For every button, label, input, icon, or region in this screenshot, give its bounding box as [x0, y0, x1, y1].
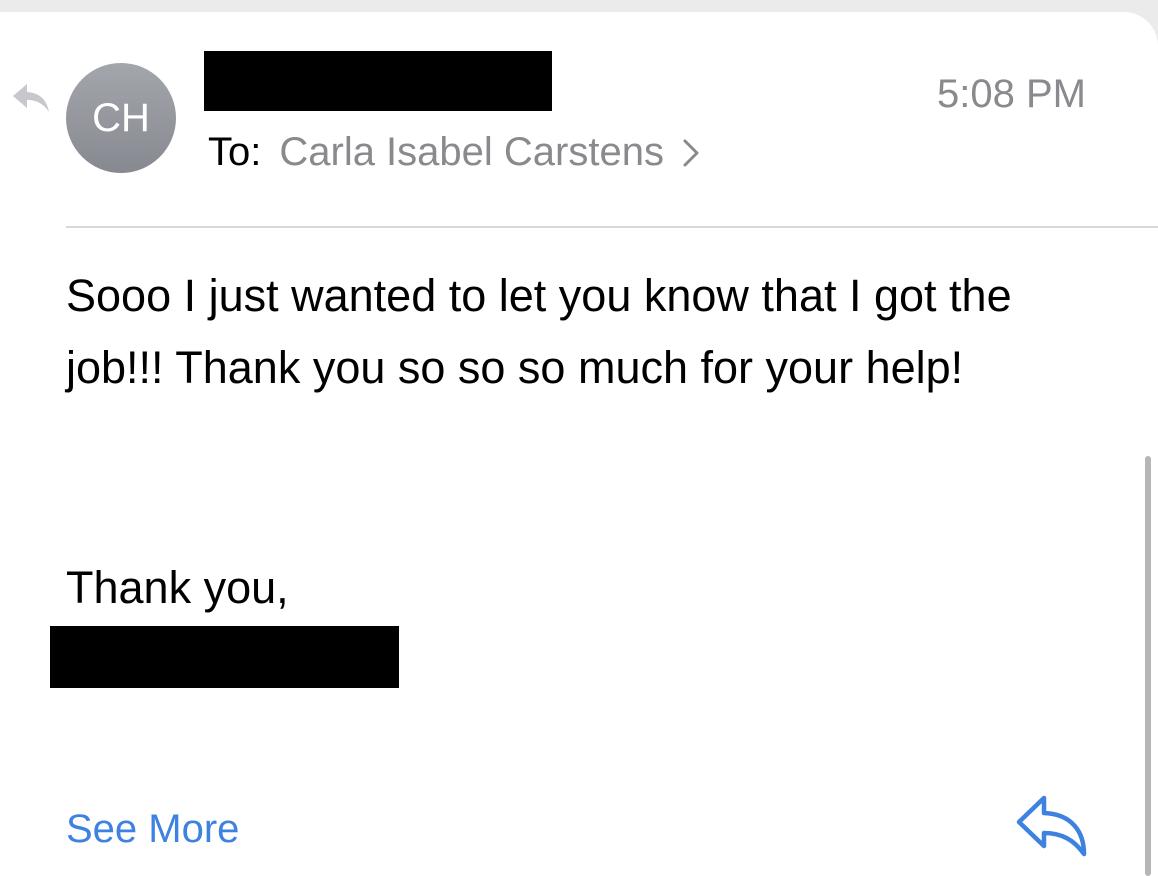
header-divider: [66, 226, 1158, 228]
message-signoff: Thank you,: [66, 562, 289, 613]
scrollbar[interactable]: [1145, 456, 1151, 876]
reply-arrow-icon: [13, 84, 49, 112]
avatar-initials: CH: [92, 95, 150, 140]
recipient-name[interactable]: Carla Isabel Carstens: [279, 130, 664, 175]
recipient-line[interactable]: To: Carla Isabel Carstens: [208, 130, 700, 175]
message-time: 5:08 PM: [937, 72, 1086, 116]
sender-name-redacted: [204, 51, 552, 111]
sender-avatar[interactable]: CH: [66, 63, 176, 173]
reply-icon[interactable]: [1014, 792, 1090, 858]
message-body-text: Sooo I just wanted to let you know that …: [66, 270, 1012, 393]
chevron-right-icon[interactable]: [682, 138, 700, 168]
to-label: To:: [208, 130, 262, 174]
see-more-link[interactable]: See More: [66, 807, 239, 852]
message-body: Sooo I just wanted to let you know that …: [66, 260, 1106, 404]
email-message-card: CH 5:08 PM To: Carla Isabel Carstens Soo…: [0, 12, 1158, 876]
signature-redacted: [50, 626, 399, 688]
